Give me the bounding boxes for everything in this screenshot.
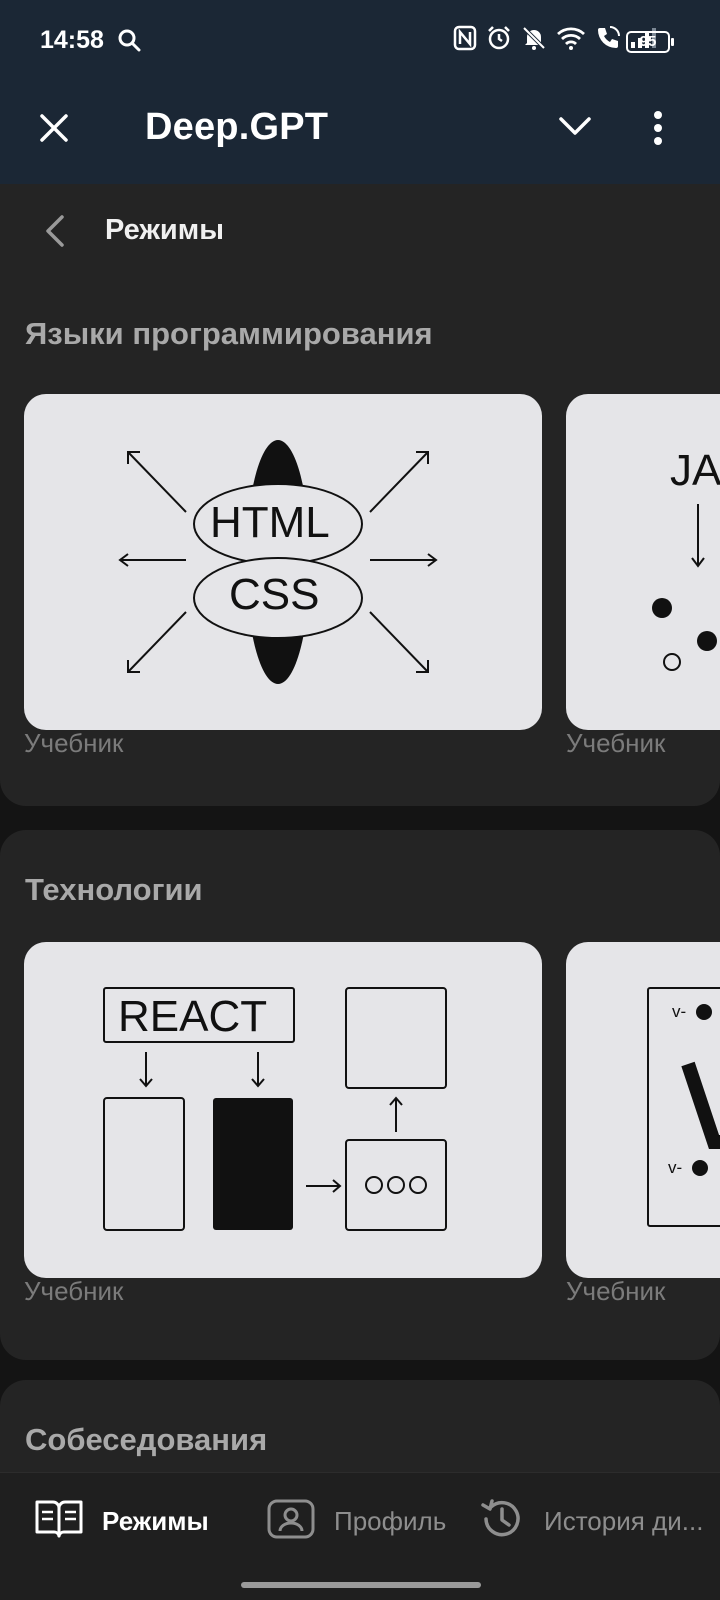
mode-card-html-css[interactable]: HTML CSS [24,394,542,730]
search-icon [117,28,141,57]
nav-item-history[interactable]: История ди... [478,1473,703,1569]
react-illustration [103,987,447,1231]
card-art-text: CSS [229,570,320,619]
card-label: Учебник [566,728,666,758]
card-art-text: JA [670,446,720,495]
nav-label: Режимы [102,1505,209,1536]
profile-icon [266,1498,316,1545]
mode-card-react[interactable]: REACT [24,942,542,1278]
gesture-handle[interactable] [241,1582,481,1588]
card-label: Учебник [566,1276,666,1306]
mute-icon [521,25,547,51]
card-label: Учебник [24,1276,124,1306]
back-icon[interactable] [40,214,70,253]
content-area[interactable]: Режимы Языки программирования HTML CSS У… [0,184,720,1472]
wifi-call-icon [595,25,621,51]
mode-card-vue[interactable]: v- v- [566,942,720,1278]
close-icon[interactable] [38,112,70,149]
nav-label: Профиль [334,1505,447,1536]
nav-item-profile[interactable]: Профиль [266,1473,446,1569]
javascript-illustration [652,504,717,671]
alarm-icon [486,25,512,51]
card-art-text: v- [668,1158,683,1177]
section-title: Языки программирования [25,316,433,351]
vue-illustration [647,987,720,1227]
nav-item-modes[interactable]: Режимы [34,1473,209,1569]
card-label: Учебник [24,728,124,758]
section-title: Собеседования [25,1422,268,1457]
status-bar: 14:58 95 [0,0,720,80]
nfc-icon [453,25,477,51]
more-vertical-icon[interactable] [652,110,664,151]
nav-label: История ди... [544,1505,704,1536]
section-title: Технологии [25,872,203,907]
html-css-illustration [118,440,438,684]
page-title: Режимы [105,214,224,246]
bottom-navigation: Режимы Профиль История ди... [0,1472,720,1568]
mode-card-javascript[interactable]: JA [566,394,720,730]
history-icon [478,1495,526,1548]
battery-indicator: 95 [626,31,674,53]
section-programming-languages: Режимы Языки программирования HTML CSS У… [0,184,720,806]
card-art-text: HTML [210,498,330,547]
gesture-area [0,1568,720,1600]
status-time: 14:58 [40,26,104,54]
card-art-text: v- [672,1002,687,1021]
section-technologies: Технологии REACT Учебник v- v- Учебник [0,830,720,1360]
section-interviews: Собеседования [0,1380,720,1472]
wifi-icon [556,26,586,50]
card-art-text: REACT [118,992,268,1041]
book-icon [34,1498,84,1545]
chevron-down-icon[interactable] [558,114,592,143]
app-bar: Deep.GPT [0,80,720,184]
app-title: Deep.GPT [145,106,329,148]
